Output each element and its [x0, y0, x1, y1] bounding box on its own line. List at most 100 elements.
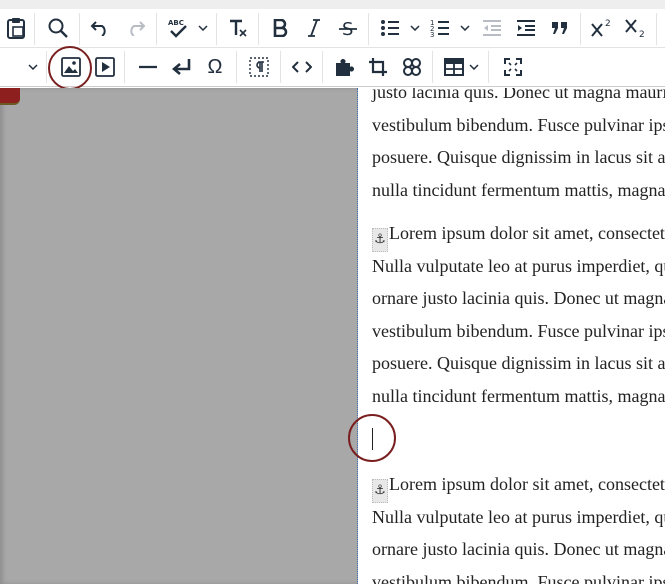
grid-knot-icon: [403, 58, 421, 76]
numbered-list-button[interactable]: 123: [424, 9, 456, 47]
svg-text:2: 2: [639, 30, 645, 38]
find-replace-button[interactable]: [42, 9, 74, 47]
strikethrough-button[interactable]: S: [332, 9, 364, 47]
left-gray-panel: [0, 88, 358, 584]
svg-text:3: 3: [430, 31, 434, 38]
anchor-icon[interactable]: ⚓: [372, 228, 388, 252]
crop-button[interactable]: [362, 48, 394, 86]
spellcheck-button[interactable]: ABC: [162, 9, 194, 47]
fullscreen-button[interactable]: [497, 48, 529, 86]
text-line: nulla tincidunt fermentum mattis, magna …: [372, 385, 665, 406]
crop-icon: [369, 58, 387, 76]
separator: [432, 51, 433, 83]
paste-button[interactable]: [0, 9, 32, 47]
bullet-list-dropdown[interactable]: [408, 9, 422, 47]
text-line: Lorem ipsum dolor sit amet, consectetur …: [389, 474, 665, 494]
italic-icon: [308, 19, 320, 37]
text-caret: [372, 428, 373, 450]
clipboard-icon: [7, 18, 25, 39]
text-line: ornare justo lacinia quis. Donec ut magn…: [372, 539, 665, 559]
format-dropdown[interactable]: [26, 48, 40, 86]
anchor-icon[interactable]: ⚓: [372, 479, 388, 503]
nonbreaking-button[interactable]: [166, 48, 198, 86]
media-play-icon: [95, 57, 115, 77]
separator: [79, 13, 80, 45]
search-icon: [48, 18, 68, 38]
text-line: nulla tincidunt fermentum mattis, magna …: [372, 179, 665, 200]
separator: [488, 51, 489, 83]
separator: [156, 13, 157, 45]
insert-image-button[interactable]: [55, 48, 87, 86]
redo-button[interactable]: [120, 9, 152, 47]
indent-icon: [517, 20, 535, 36]
table-icon: [444, 58, 464, 76]
special-character-button[interactable]: Ω: [199, 48, 231, 86]
outdent-button[interactable]: [476, 9, 508, 47]
text-line: vestibulum bibendum. Fusce pulvinar ipsu…: [372, 320, 665, 341]
blockquote-button[interactable]: [544, 9, 576, 47]
plugin-button[interactable]: [328, 48, 360, 86]
bullet-list-icon: [381, 20, 399, 36]
separator: [258, 13, 259, 45]
chevron-down-icon: [28, 64, 38, 70]
chevron-down-icon: [469, 64, 479, 70]
text-line: ornare justo lacinia quis. Donec ut magn…: [372, 288, 665, 308]
text-line: Nulla vulputate leo at purus imperdiet, …: [372, 506, 665, 527]
omega-icon: Ω: [207, 55, 223, 78]
puzzle-icon: [336, 59, 354, 76]
chevron-down-icon: [410, 25, 420, 31]
strikethrough-icon: S: [339, 19, 357, 38]
redo-icon: [130, 21, 146, 36]
editor-content-area[interactable]: justo lacinia quis. Donec ut magna mauri…: [359, 88, 665, 584]
return-arrow-icon: [172, 59, 191, 75]
superscript-icon: 2: [591, 19, 611, 37]
blockquote-icon: [552, 22, 567, 34]
show-blocks-button[interactable]: [243, 48, 275, 86]
spellcheck-icon: ABC: [168, 19, 187, 38]
svg-text:2: 2: [605, 19, 611, 29]
horizontal-line-button[interactable]: [132, 48, 164, 86]
text-line: Lorem ipsum dolor sit amet, consectetur …: [389, 223, 665, 243]
superscript-button[interactable]: 2: [586, 9, 618, 47]
chevron-down-icon: [198, 25, 208, 31]
panel-corner-tab: [0, 88, 20, 105]
bullet-list-button[interactable]: [374, 9, 406, 47]
insert-media-button[interactable]: [89, 48, 121, 86]
separator: [368, 13, 369, 45]
source-code-button[interactable]: [286, 48, 318, 86]
clear-formatting-button[interactable]: [222, 9, 254, 47]
fullscreen-icon: [504, 58, 522, 76]
separator: [124, 51, 125, 83]
text-line: Nulla vulputate leo at purus imperdiet, …: [372, 255, 665, 276]
code-icon: [292, 61, 312, 73]
text-line: vestibulum bibendum. Fusce pulvinar ipsu…: [372, 571, 665, 584]
editor-divider: [357, 88, 358, 584]
paragraph-icon: [249, 57, 269, 77]
paragraph-middle: ⚓Lorem ipsum dolor sit amet, consectetur…: [372, 217, 665, 412]
text-line: vestibulum bibendum. Fusce pulvinar ipsu…: [372, 114, 665, 135]
separator: [236, 51, 237, 83]
separator: [322, 51, 323, 83]
numbered-list-dropdown[interactable]: [458, 9, 472, 47]
horizontal-line-icon: [139, 65, 157, 69]
undo-button[interactable]: [84, 9, 116, 47]
template-button[interactable]: [396, 48, 428, 86]
undo-icon: [90, 21, 106, 36]
subscript-button[interactable]: 2: [620, 9, 652, 47]
toolbar-row-1: ABC S 123 2 2: [0, 0, 665, 48]
table-button[interactable]: [438, 48, 470, 86]
subscript-icon: 2: [625, 19, 645, 38]
spellcheck-dropdown[interactable]: [196, 9, 210, 47]
clear-format-icon: [230, 19, 247, 37]
separator: [280, 51, 281, 83]
separator: [216, 13, 217, 45]
indent-button[interactable]: [510, 9, 542, 47]
paragraph-top: justo lacinia quis. Donec ut magna mauri…: [372, 88, 665, 206]
text-line: posuere. Quisque dignissim in lacus sit …: [372, 147, 665, 167]
table-dropdown[interactable]: [467, 48, 481, 86]
toolbar-row-2: Ω: [0, 48, 665, 87]
italic-button[interactable]: [298, 9, 330, 47]
image-icon: [61, 57, 81, 77]
bold-icon: [273, 19, 288, 37]
bold-button[interactable]: [264, 9, 296, 47]
